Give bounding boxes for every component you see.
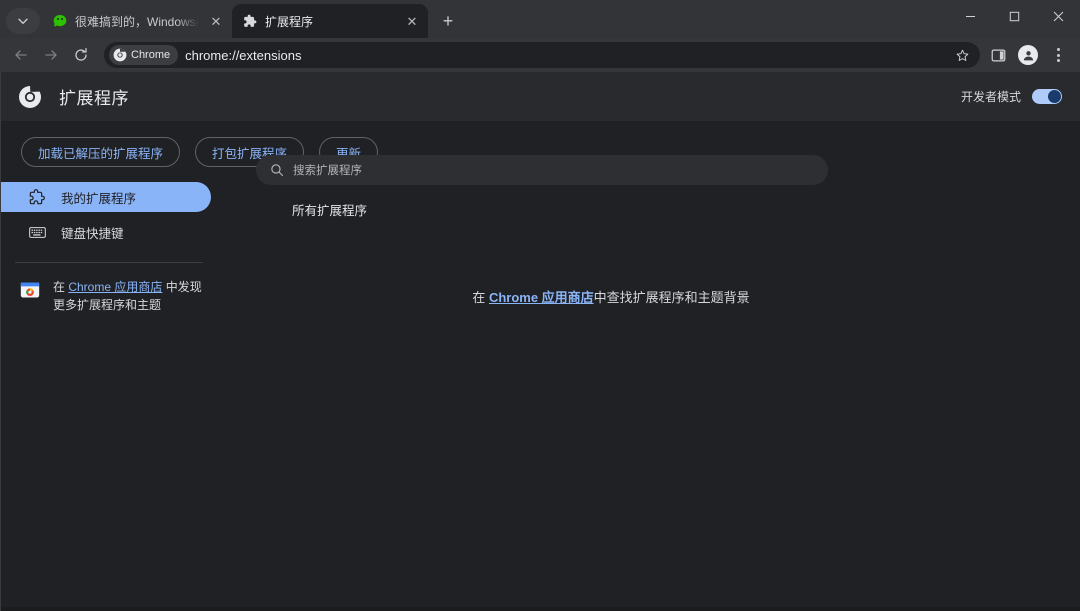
three-dots-icon xyxy=(1056,48,1060,62)
tab-close-icon[interactable]: ✕ xyxy=(206,11,226,31)
extensions-sidebar: 我的扩展程序 键盘快捷键 在 Chrome 应用商店 中发现更多扩展程序和主题 xyxy=(1,182,217,314)
profile-button[interactable] xyxy=(1014,41,1042,69)
minimize-button[interactable] xyxy=(948,0,992,32)
puzzle-icon xyxy=(242,13,258,29)
empty-prefix: 在 xyxy=(472,290,489,305)
tab-title: 很难搞到的，Windows必装的 xyxy=(75,14,199,29)
sidebar-webstore-text: 在 Chrome 应用商店 中发现更多扩展程序和主题 xyxy=(53,278,203,314)
empty-suffix: 中查找扩展程序和主题背景 xyxy=(593,290,750,305)
sidebar-item-label: 我的扩展程序 xyxy=(61,191,137,206)
minimize-icon xyxy=(965,15,975,17)
puzzle-icon xyxy=(28,189,46,205)
load-unpacked-button[interactable]: 加载已解压的扩展程序 xyxy=(21,137,181,167)
chrome-web-store-icon xyxy=(20,280,40,300)
sidebar-item-keyboard-shortcuts[interactable]: 键盘快捷键 xyxy=(1,217,211,247)
star-icon xyxy=(956,49,968,61)
extensions-page: 扩展程序 开发者模式 搜索扩展程序 加载已解压的扩展程序 打包扩展程序 更新 我… xyxy=(0,72,1080,611)
tab-strip: 很难搞到的，Windows必装的 ✕ 扩展程序 ✕ + xyxy=(0,0,1080,38)
browser-window: 很难搞到的，Windows必装的 ✕ 扩展程序 ✕ + xyxy=(0,0,1080,611)
search-icon xyxy=(271,164,284,177)
sidebar-item-my-extensions[interactable]: 我的扩展程序 xyxy=(1,182,211,212)
sidebar-webstore-promo[interactable]: 在 Chrome 应用商店 中发现更多扩展程序和主题 xyxy=(1,263,217,314)
wechat-icon xyxy=(52,13,68,29)
sidebar-item-label: 键盘快捷键 xyxy=(61,226,124,241)
person-icon xyxy=(1023,50,1033,60)
extensions-header: 扩展程序 开发者模式 xyxy=(1,72,1080,121)
close-icon xyxy=(1053,11,1063,21)
avatar xyxy=(1018,45,1038,65)
chrome-origin-chip: Chrome xyxy=(109,45,179,65)
tab-title: 扩展程序 xyxy=(265,14,314,29)
window-bottom-edge xyxy=(1,607,1080,611)
extensions-main: 所有扩展程序 在 Chrome 应用商店中查找扩展程序和主题背景 xyxy=(217,182,1080,314)
browser-menu-button[interactable] xyxy=(1044,41,1072,69)
tab-search-button[interactable] xyxy=(6,8,40,34)
side-panel-icon xyxy=(991,49,1005,61)
search-extensions-box[interactable]: 搜索扩展程序 xyxy=(256,155,828,185)
developer-mode-label: 开发者模式 xyxy=(960,90,1021,104)
bookmark-star-button[interactable] xyxy=(948,41,976,69)
empty-state-message: 在 Chrome 应用商店中查找扩展程序和主题背景 xyxy=(292,219,930,306)
window-controls xyxy=(948,0,1080,38)
tab-close-icon[interactable]: ✕ xyxy=(402,11,422,31)
developer-mode-toggle[interactable] xyxy=(1032,89,1062,104)
page-title: 扩展程序 xyxy=(59,89,129,108)
reload-button[interactable] xyxy=(66,40,96,70)
toolbar-right-actions xyxy=(984,41,1074,69)
extensions-body: 我的扩展程序 键盘快捷键 在 Chrome 应用商店 中发现更多扩展程序和主题 … xyxy=(1,167,1080,314)
forward-button[interactable] xyxy=(36,40,66,70)
arrow-left-icon xyxy=(15,50,27,60)
reload-icon xyxy=(75,47,87,61)
chrome-chip-label: Chrome xyxy=(131,49,171,61)
all-extensions-heading: 所有扩展程序 xyxy=(292,204,368,218)
browser-toolbar: Chrome chrome://extensions xyxy=(0,38,1080,72)
promo-prefix: 在 xyxy=(53,280,69,294)
chrome-web-store-link[interactable]: Chrome 应用商店 xyxy=(489,290,594,305)
search-input-placeholder: 搜索扩展程序 xyxy=(293,165,362,177)
developer-mode-control: 开发者模式 xyxy=(961,88,1062,105)
toggle-knob xyxy=(1048,90,1061,103)
keyboard-icon xyxy=(28,226,46,239)
tab-item-active[interactable]: 扩展程序 ✕ xyxy=(232,4,428,38)
chrome-web-store-link[interactable]: Chrome 应用商店 xyxy=(68,280,162,294)
back-button[interactable] xyxy=(6,40,36,70)
maximize-button[interactable] xyxy=(992,0,1036,32)
close-button[interactable] xyxy=(1036,0,1080,32)
chevron-down-icon xyxy=(18,18,28,24)
new-tab-button[interactable]: + xyxy=(434,7,462,35)
tab-item[interactable]: 很难搞到的，Windows必装的 ✕ xyxy=(42,4,232,38)
chrome-logo-icon xyxy=(18,85,42,109)
maximize-icon xyxy=(1009,11,1019,21)
address-bar[interactable]: Chrome chrome://extensions xyxy=(104,42,980,68)
url-text: chrome://extensions xyxy=(185,47,302,63)
side-panel-button[interactable] xyxy=(984,41,1012,69)
arrow-right-icon xyxy=(45,50,57,60)
tabstrip-drag-area xyxy=(462,4,948,38)
chrome-logo-icon xyxy=(113,48,127,62)
